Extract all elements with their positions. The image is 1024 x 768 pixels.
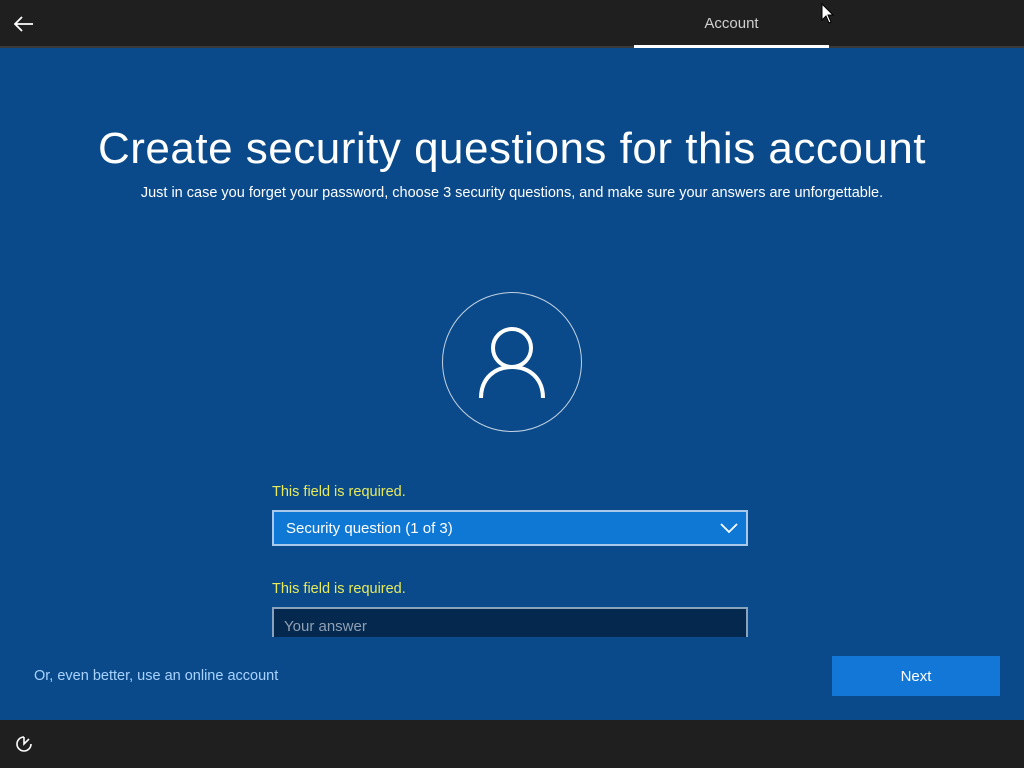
page-title: Create security questions for this accou… [97,124,927,173]
next-button[interactable]: Next [832,656,1000,696]
online-account-link[interactable]: Or, even better, use an online account [34,668,278,684]
user-icon [479,327,545,398]
arrow-left-icon [14,16,33,32]
answer-placeholder: Your answer [284,618,367,635]
avatar [442,292,582,432]
answer-input[interactable]: Your answer [272,607,748,637]
back-button[interactable] [8,8,40,40]
main-content: Create security questions for this accou… [0,48,1024,720]
security-question-selected: Security question (1 of 3) [286,520,453,537]
bottom-bar [0,720,1024,768]
mouse-cursor-icon [821,3,835,24]
ease-of-access-icon[interactable] [14,734,34,754]
top-bar: Account [0,0,1024,48]
tab-account[interactable]: Account [634,0,829,46]
security-question-dropdown[interactable]: Security question (1 of 3) [272,510,748,546]
question-error-text: This field is required. [272,484,406,500]
page-subtitle: Just in case you forget your password, c… [140,185,884,201]
answer-error-text: This field is required. [272,581,406,597]
chevron-down-icon [720,523,738,534]
